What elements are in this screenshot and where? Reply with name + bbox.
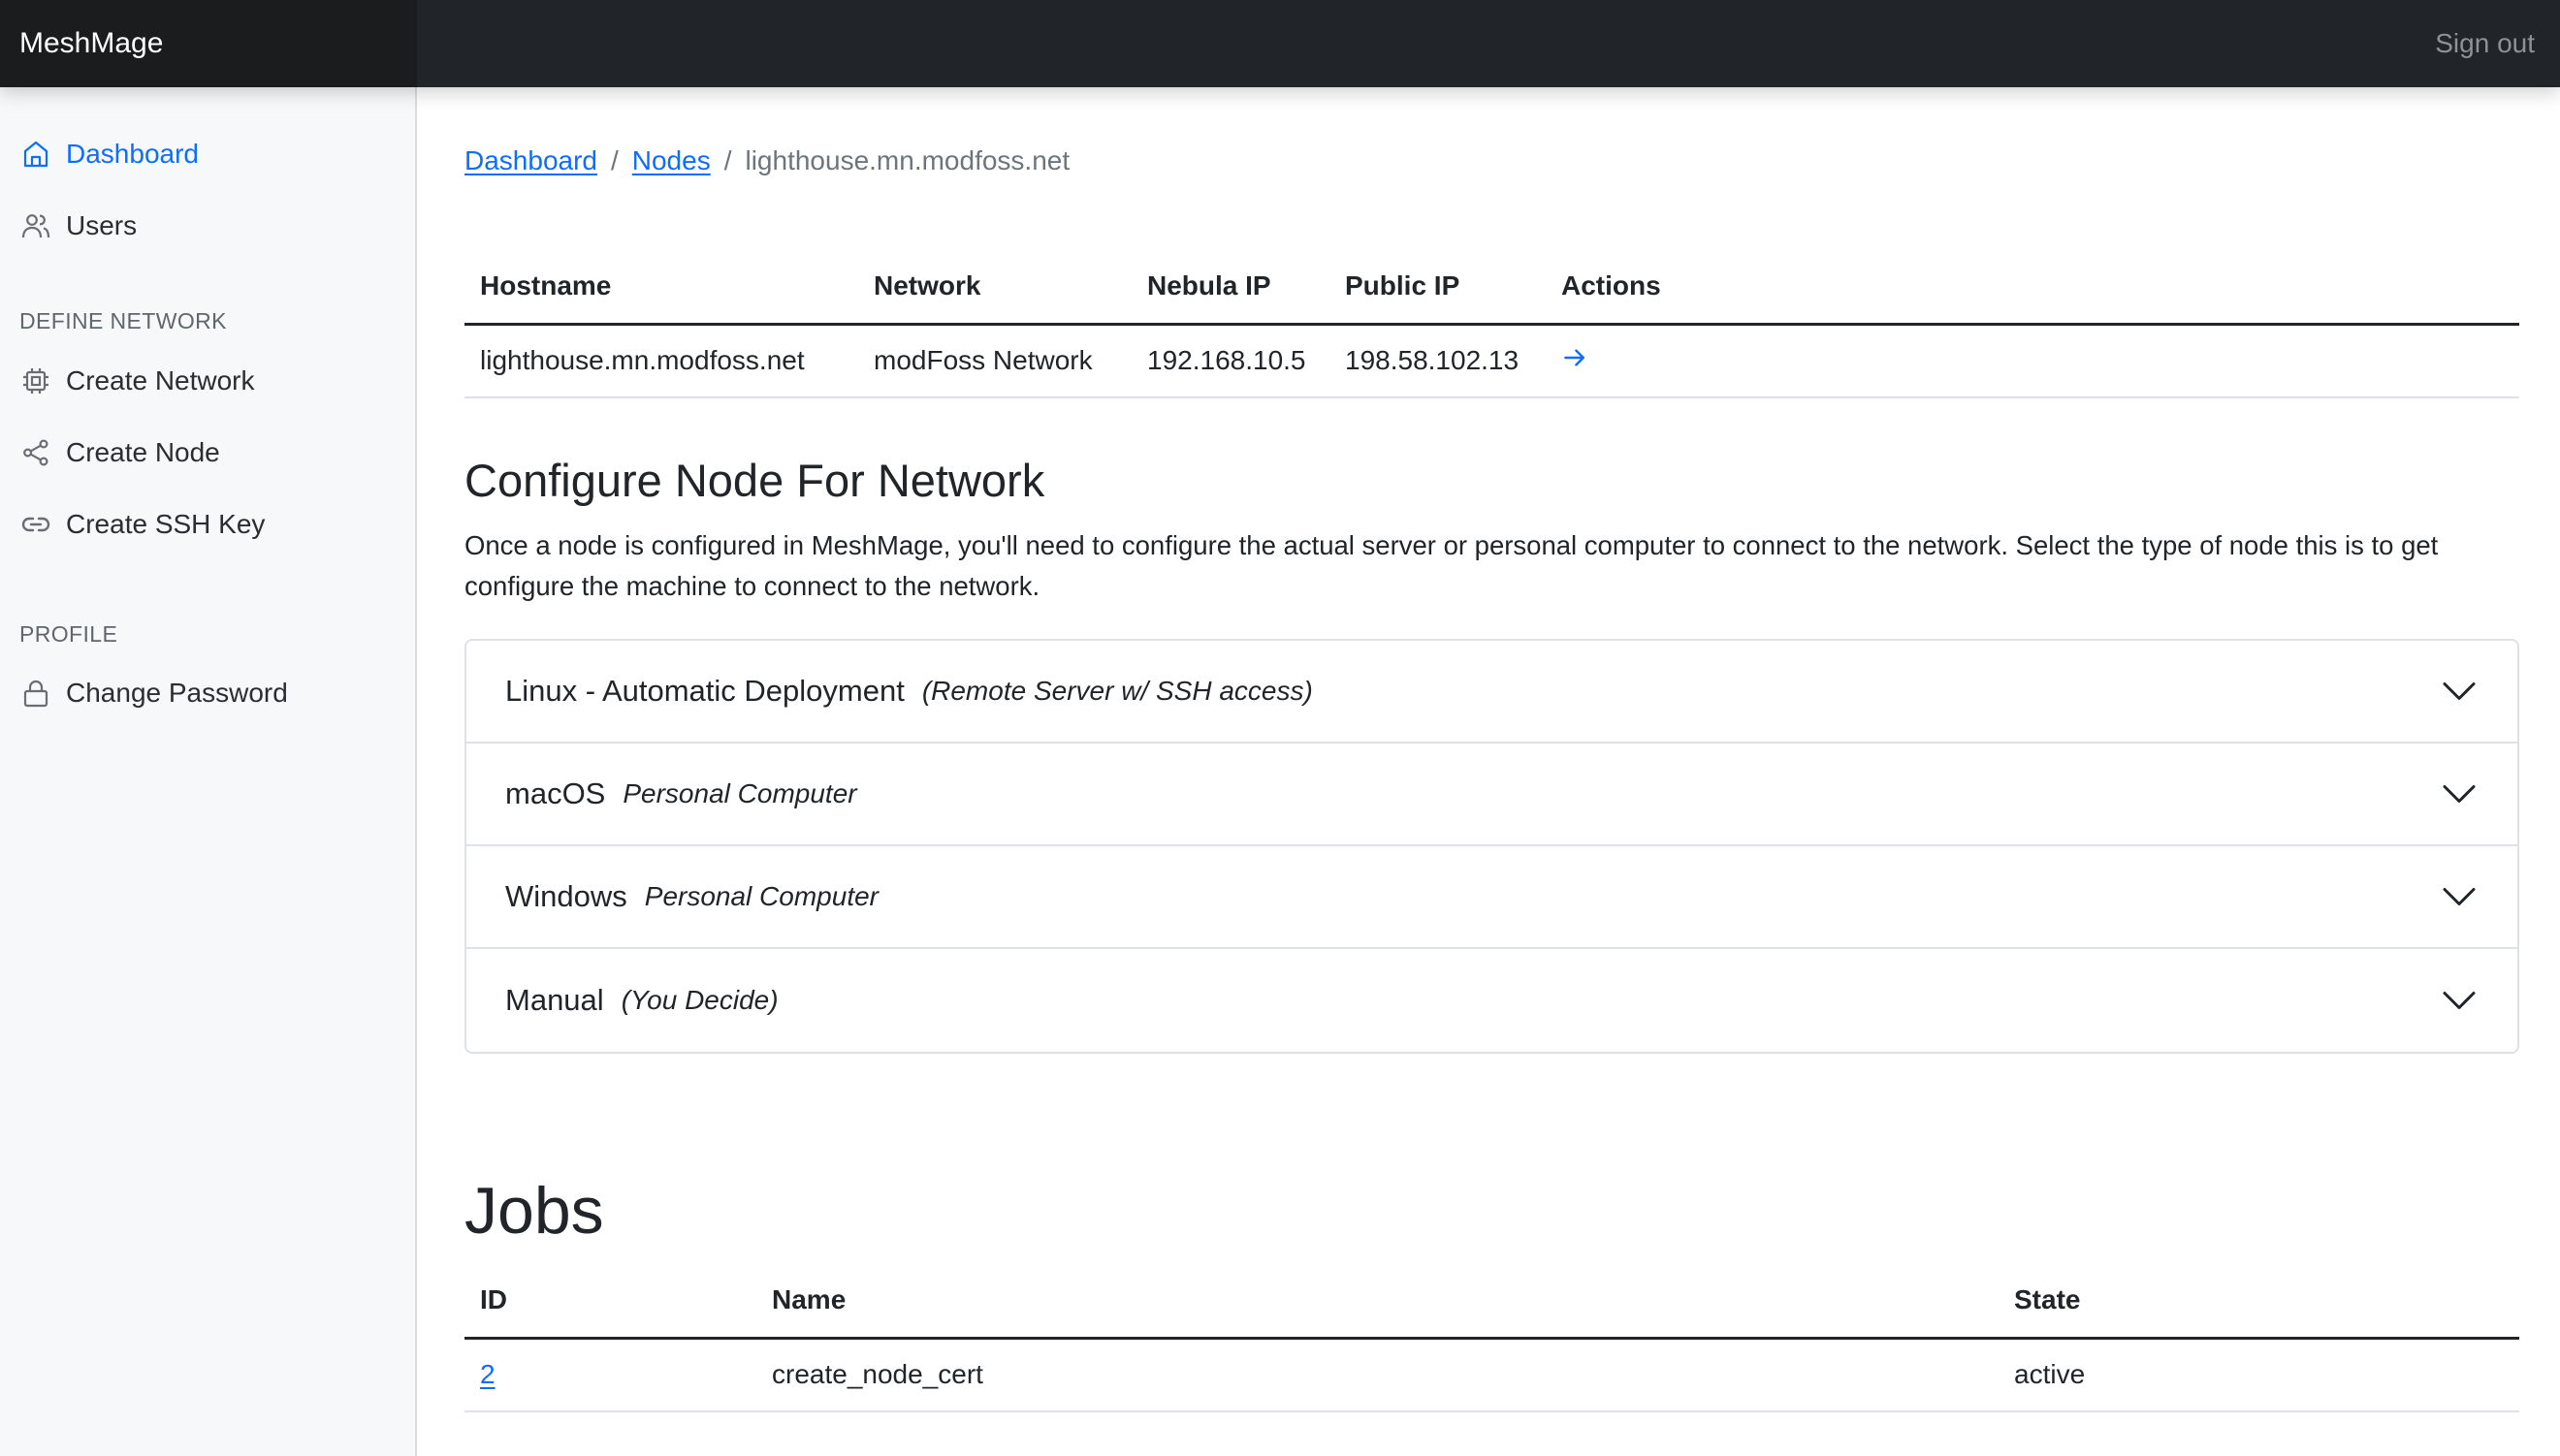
- accordion-title: Manual: [505, 983, 604, 1017]
- section-label-profile: PROFILE: [19, 621, 118, 647]
- column-header-nebula-ip: Nebula IP: [1132, 250, 1329, 326]
- sign-out-link[interactable]: Sign out: [2435, 0, 2535, 87]
- cpu-icon: [19, 364, 52, 397]
- table-header-row: Hostname Network Nebula IP Public IP Act…: [464, 250, 2519, 326]
- sidebar-item-label: Change Password: [66, 678, 288, 708]
- column-header-actions: Actions: [1546, 250, 2519, 326]
- table-row: lighthouse.mn.modfoss.net modFoss Networ…: [464, 324, 2519, 398]
- section-label-define-network: DEFINE NETWORK: [19, 308, 227, 333]
- accordion-item-manual[interactable]: Manual (You Decide): [466, 949, 2517, 1052]
- sidebar-item-label: Users: [66, 210, 138, 240]
- brand-logo[interactable]: MeshMage: [0, 0, 417, 87]
- accordion-title: Windows: [505, 879, 627, 913]
- accordion-item-windows[interactable]: Windows Personal Computer: [466, 846, 2517, 949]
- breadcrumb-separator: /: [723, 145, 732, 175]
- chevron-down-icon: [2443, 785, 2476, 803]
- column-header-hostname: Hostname: [464, 250, 858, 326]
- table-row: 2 create_node_cert active: [464, 1338, 2519, 1412]
- accordion-subtitle: (Remote Server w/ SSH access): [921, 676, 1313, 706]
- lock-icon: [19, 677, 52, 710]
- configure-description: Once a node is configured in MeshMage, y…: [464, 530, 2439, 601]
- sidebar-item-label: Create Node: [66, 437, 220, 467]
- accordion-item-linux[interactable]: Linux - Automatic Deployment (Remote Ser…: [466, 641, 2517, 744]
- cell-hostname: lighthouse.mn.modfoss.net: [464, 324, 858, 398]
- column-header-network: Network: [858, 250, 1132, 326]
- sidebar-item-label: Dashboard: [66, 139, 199, 169]
- accordion-subtitle: Personal Computer: [644, 881, 879, 911]
- arrow-right-icon: [1564, 349, 1584, 366]
- table-header-row: ID Name State: [464, 1264, 2519, 1340]
- sidebar-item-dashboard[interactable]: Dashboard: [19, 130, 199, 178]
- accordion-title: Linux - Automatic Deployment: [505, 674, 905, 708]
- accordion-subtitle: Personal Computer: [623, 778, 857, 808]
- breadcrumb: Dashboard / Nodes / lighthouse.mn.modfoss.ne…: [464, 145, 1070, 176]
- link-icon: [19, 508, 52, 541]
- sidebar-item-change-password[interactable]: Change Password: [19, 669, 288, 717]
- sidebar-item-create-network[interactable]: Create Network: [19, 357, 255, 405]
- sidebar-item-users[interactable]: Users: [19, 202, 137, 250]
- cell-network: modFoss Network: [858, 324, 1132, 398]
- view-node-button[interactable]: [1561, 344, 1588, 371]
- column-header-state: State: [1999, 1264, 2519, 1340]
- cell-actions: [1546, 324, 2519, 398]
- breadcrumb-separator: /: [610, 145, 619, 175]
- sidebar-item-label: Create SSH Key: [66, 509, 266, 539]
- chevron-down-icon: [2443, 888, 2476, 905]
- cell-id: 2: [464, 1338, 756, 1412]
- home-icon: [19, 138, 52, 171]
- share-icon: [19, 436, 52, 469]
- jobs-section-title: Jobs: [464, 1174, 604, 1248]
- breadcrumb-dashboard[interactable]: Dashboard: [464, 145, 597, 175]
- breadcrumb-nodes[interactable]: Nodes: [632, 145, 711, 175]
- accordion-item-macos[interactable]: macOS Personal Computer: [466, 744, 2517, 846]
- column-header-name: Name: [756, 1264, 1999, 1340]
- job-id-link[interactable]: 2: [480, 1359, 496, 1389]
- configure-section-title: Configure Node For Network: [464, 455, 1045, 506]
- column-header-public-ip: Public IP: [1329, 250, 1546, 326]
- column-header-id: ID: [464, 1264, 756, 1340]
- chevron-down-icon: [2443, 682, 2476, 700]
- sidebar-item-label: Create Network: [66, 365, 255, 396]
- cell-nebula-ip: 192.168.10.5: [1132, 324, 1329, 398]
- cell-public-ip: 198.58.102.13: [1329, 324, 1546, 398]
- top-navbar: MeshMage Sign out: [0, 0, 2560, 87]
- cell-state: active: [1999, 1338, 2519, 1412]
- sidebar-item-create-node[interactable]: Create Node: [19, 428, 220, 477]
- node-type-accordion: Linux - Automatic Deployment (Remote Ser…: [464, 639, 2519, 1054]
- accordion-subtitle: (You Decide): [621, 985, 779, 1015]
- users-icon: [19, 209, 52, 242]
- breadcrumb-current: lighthouse.mn.modfoss.net: [745, 145, 1071, 175]
- jobs-table: ID Name State 2 create_node_cert active: [464, 1264, 2519, 1412]
- chevron-down-icon: [2443, 992, 2476, 1009]
- node-table: Hostname Network Nebula IP Public IP Act…: [464, 250, 2519, 398]
- cell-name: create_node_cert: [756, 1338, 1999, 1412]
- sidebar-item-create-ssh-key[interactable]: Create SSH Key: [19, 500, 265, 549]
- accordion-title: macOS: [505, 776, 606, 810]
- sidebar: Dashboard Users DEFINE NETWORK Create Ne…: [0, 87, 417, 1456]
